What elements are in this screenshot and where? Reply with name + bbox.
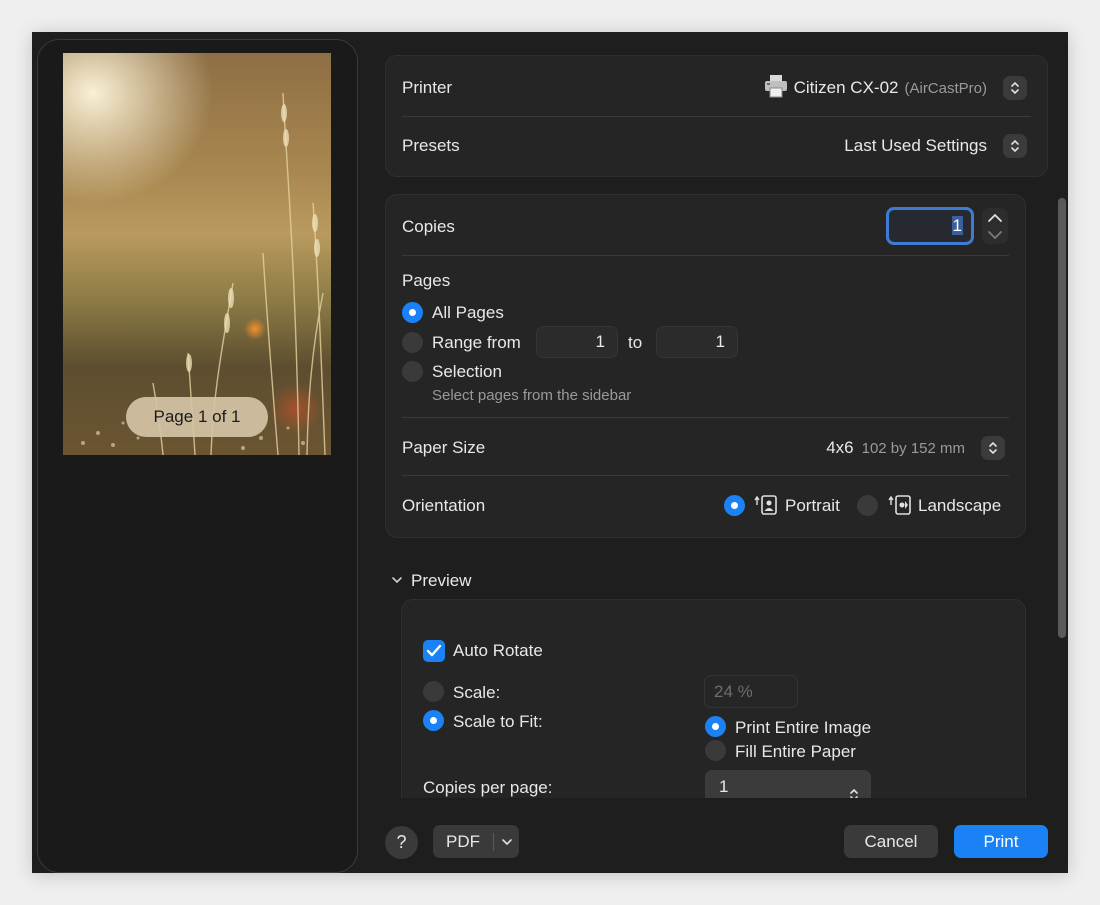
help-label: ? (396, 832, 407, 852)
copies-value: 1 (951, 216, 963, 235)
divider (402, 255, 1009, 256)
pages-label: Pages (402, 271, 451, 290)
printer-select[interactable]: Citizen CX-02 (AirCastPro) (763, 73, 1027, 103)
paper-size-select[interactable]: 4x6 102 by 152 mm (826, 433, 1005, 463)
scale-to-fit-radio[interactable] (423, 710, 444, 731)
help-button[interactable]: ? (385, 826, 418, 859)
scrollbar[interactable] (1056, 198, 1068, 638)
presets-value: Last Used Settings (844, 136, 987, 155)
pdf-menu-button[interactable]: PDF (433, 825, 519, 858)
printer-detail: (AirCastPro) (904, 79, 987, 97)
print-button[interactable]: Print (954, 825, 1048, 858)
paper-size-value: 4x6 (826, 438, 854, 457)
range-to-label: to (628, 333, 643, 352)
grass-photo (81, 92, 326, 455)
print-entire-image-label[interactable]: Print Entire Image (735, 718, 871, 738)
range-end-field[interactable]: 1 (656, 326, 738, 358)
portrait-label[interactable]: Portrait (785, 496, 840, 516)
printer-popup-icon[interactable] (1003, 76, 1027, 100)
orientation-label: Orientation (402, 496, 486, 515)
portrait-icon (754, 494, 778, 521)
all-pages-label[interactable]: All Pages (432, 303, 504, 323)
presets-select[interactable]: Last Used Settings (844, 131, 1027, 161)
printer-presets-card: Printer Citizen CX-02 (AirCastPro) Prese… (385, 55, 1048, 177)
scale-to-fit-label[interactable]: Scale to Fit: (453, 712, 543, 732)
copies-label: Copies (402, 217, 455, 236)
stepper-arrows-icon (982, 208, 1008, 244)
landscape-label[interactable]: Landscape (918, 496, 1001, 516)
range-start-field[interactable]: 1 (536, 326, 618, 358)
page-indicator: Page 1 of 1 (126, 397, 268, 437)
print-dialog: Page 1 of 1 Printer Citizen CX-02 (AirCa… (32, 32, 1068, 873)
copies-per-page-value: 1 (719, 777, 729, 796)
pdf-label[interactable]: PDF (433, 832, 493, 852)
chevron-down-icon (391, 572, 403, 590)
paper-size-detail: 102 by 152 mm (861, 439, 965, 457)
fill-entire-paper-radio[interactable] (705, 740, 726, 761)
scrollbar-thumb[interactable] (1058, 198, 1066, 638)
fill-entire-paper-label[interactable]: Fill Entire Paper (735, 742, 856, 762)
chevron-down-icon[interactable] (494, 837, 519, 847)
page-thumbnail-sidebar[interactable]: Page 1 of 1 (37, 39, 358, 873)
copies-stepper[interactable] (982, 208, 1008, 244)
printer-icon (763, 74, 789, 103)
selection-label[interactable]: Selection (432, 362, 502, 382)
print-options-card: Copies 1 Pages All Pages Range from 1 to… (385, 194, 1026, 538)
scale-radio[interactable] (423, 681, 444, 702)
preview-disclosure[interactable]: Preview (391, 570, 471, 592)
copies-per-page-label: Copies per page: (423, 778, 553, 797)
cancel-button[interactable]: Cancel (844, 825, 938, 858)
divider (402, 475, 1009, 476)
checkmark-icon (426, 644, 442, 657)
auto-rotate-label[interactable]: Auto Rotate (453, 641, 543, 661)
presets-popup-icon[interactable] (1003, 134, 1027, 158)
portrait-radio[interactable] (724, 495, 745, 516)
all-pages-radio[interactable] (402, 302, 423, 323)
copies-field[interactable]: 1 (886, 207, 974, 245)
range-radio[interactable] (402, 332, 423, 353)
page-thumbnail[interactable]: Page 1 of 1 (63, 53, 331, 455)
divider (402, 116, 1031, 117)
print-entire-image-radio[interactable] (705, 716, 726, 737)
landscape-radio[interactable] (857, 495, 878, 516)
scale-field[interactable]: 24 % (704, 675, 798, 708)
preview-title: Preview (411, 571, 472, 590)
range-from-label[interactable]: Range from (432, 333, 521, 353)
paper-size-label: Paper Size (402, 438, 486, 457)
divider (402, 417, 1009, 418)
scale-label[interactable]: Scale: (453, 683, 500, 703)
selection-hint: Select pages from the sidebar (432, 387, 632, 404)
presets-label: Presets (402, 136, 460, 155)
landscape-icon (888, 494, 912, 521)
selection-radio[interactable] (402, 361, 423, 382)
printer-label: Printer (402, 78, 453, 97)
printer-name: Citizen CX-02 (793, 78, 899, 97)
paper-size-popup-icon[interactable] (981, 436, 1005, 460)
auto-rotate-checkbox[interactable] (423, 640, 445, 662)
